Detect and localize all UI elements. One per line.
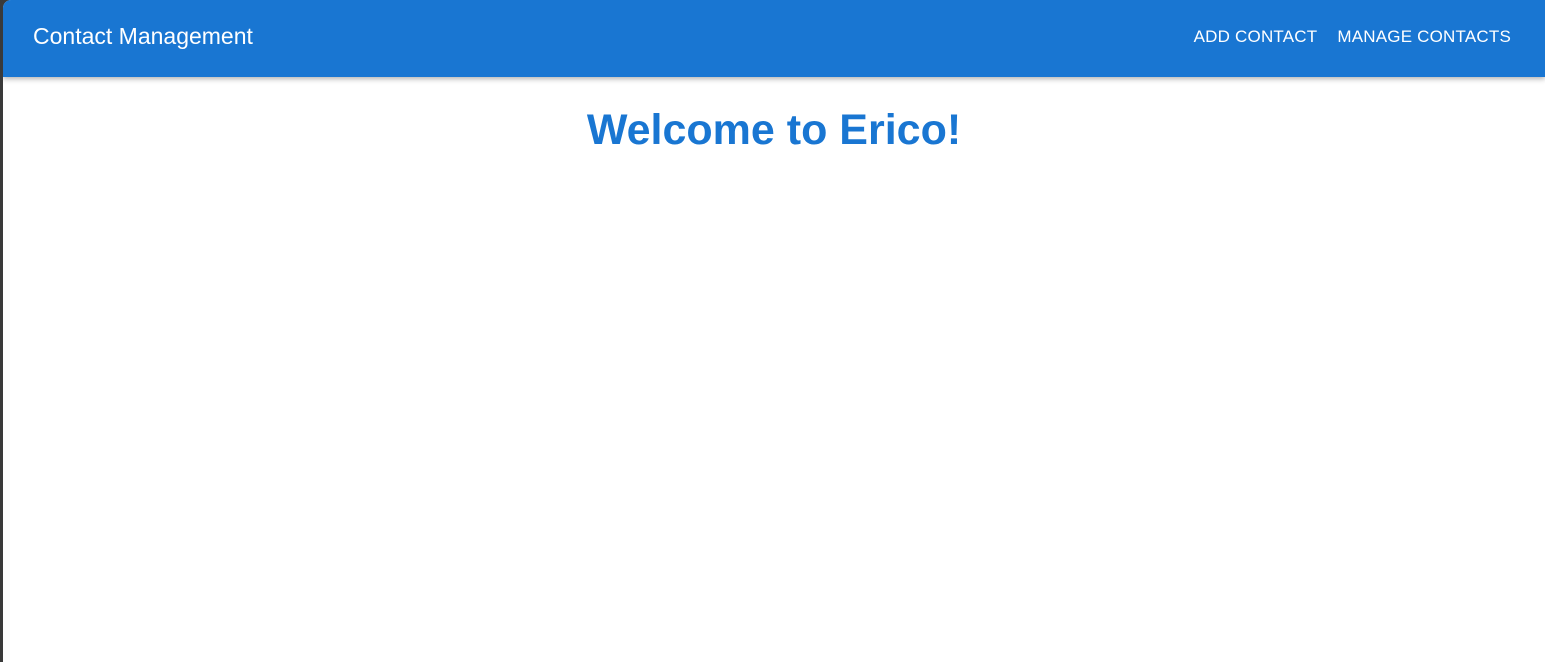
- manage-contacts-link[interactable]: MANAGE CONTACTS: [1337, 27, 1511, 47]
- app-bar: Contact Management ADD CONTACT MANAGE CO…: [3, 0, 1545, 77]
- add-contact-link[interactable]: ADD CONTACT: [1194, 27, 1318, 47]
- app-title: Contact Management: [33, 23, 253, 49]
- app-window: Contact Management ADD CONTACT MANAGE CO…: [3, 0, 1545, 662]
- nav-links: ADD CONTACT MANAGE CONTACTS: [1194, 27, 1511, 47]
- welcome-heading: Welcome to Erico!: [586, 106, 962, 154]
